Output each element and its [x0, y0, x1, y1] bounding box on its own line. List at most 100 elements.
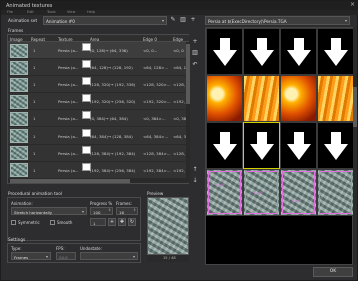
frame-edge0[interactable]: <0, 384>...	[143, 116, 172, 121]
frame-repeat[interactable]: 1	[33, 151, 35, 156]
frame-edge0[interactable]: <64, 384>...	[143, 134, 172, 139]
symmetric-checkbox[interactable]	[11, 220, 16, 225]
frame-area[interactable]: (64, 384)→ (128, 384)	[90, 134, 142, 139]
add-procedural-button[interactable]: +	[108, 218, 116, 226]
frames-count-input[interactable]: 16 ⇕	[116, 207, 138, 215]
texture-atlas-view[interactable]: d=0 d=0 d=0	[205, 27, 354, 265]
frame-edge0[interactable]: <64, 128>...	[143, 65, 172, 70]
frames-hscrollbar-thumb[interactable]	[10, 179, 130, 183]
fps-input[interactable]: 20.0	[56, 252, 76, 260]
texture-dropdown[interactable]: Persia at $(ExecDirectory)\Persia.TGA ▾	[205, 16, 350, 25]
frame-edge0[interactable]: <128, 384>...	[143, 151, 172, 156]
undo-icon[interactable]: ↶	[191, 61, 199, 69]
delete-icon[interactable]: ▥	[179, 16, 187, 24]
remove-frame-icon[interactable]: ▥	[191, 49, 199, 57]
frame-edge0[interactable]: <0, 0...	[143, 48, 172, 53]
frame-repeat[interactable]: 1	[33, 99, 35, 104]
frame-area[interactable]: (128, 320)→ (192, 336)	[90, 82, 142, 87]
animation-set-dropdown[interactable]: Animation #0 ▾	[43, 16, 167, 25]
atlas-tile[interactable]	[317, 122, 354, 169]
atlas-tile[interactable]	[206, 122, 243, 169]
frame-texture[interactable]: Persia (a...	[58, 116, 80, 121]
frame-texture[interactable]: Persia (a...	[58, 82, 80, 87]
frame-area[interactable]: (64, 128)→ (128, 192)	[90, 65, 142, 70]
frame-edge0[interactable]: <192, 320>...	[143, 99, 172, 104]
frame-repeat[interactable]: 1	[33, 168, 35, 173]
atlas-tile[interactable]	[317, 75, 354, 122]
add-frame-icon[interactable]: +	[191, 38, 199, 46]
table-row[interactable]: 1 Persia (a... (64, 128)→ (128, 192) <64…	[8, 59, 186, 77]
frame-area[interactable]: (128, 384)→ (192, 384)	[90, 151, 142, 156]
frame-area[interactable]: (192, 384)→ (256, 384)	[90, 168, 142, 173]
frame-edge1[interactable]: <64, 3	[173, 134, 186, 139]
smooth-checkbox[interactable]	[50, 220, 55, 225]
frame-edge0[interactable]: <128, 320>...	[143, 82, 172, 87]
frame-texture[interactable]: Persia (a...	[58, 168, 80, 173]
menu-item-view[interactable]: View	[67, 10, 75, 14]
atlas-scrollbar[interactable]	[353, 27, 357, 265]
atlas-tile[interactable]	[206, 28, 243, 75]
frame-area[interactable]: (0, 128)→ (64, 336)	[90, 48, 142, 53]
menu-item-help[interactable]: Help	[87, 10, 95, 14]
atlas-tile[interactable]	[206, 75, 243, 122]
frame-repeat[interactable]: 1	[33, 134, 35, 139]
frame-edge0[interactable]: <192, 384>...	[143, 168, 172, 173]
frame-edge1[interactable]: <192, 3	[173, 168, 186, 173]
table-row[interactable]: 1 Persia (a... (192, 320)→ (256, 320) <1…	[8, 93, 186, 111]
table-row[interactable]: 1 Persia (a... (128, 384)→ (192, 384) <1…	[8, 144, 186, 162]
frame-texture[interactable]: Persia (a...	[58, 134, 80, 139]
table-row[interactable]: 1 Persia (a... (0, 384)→ (64, 384) <0, 3…	[8, 110, 186, 128]
frame-texture[interactable]: Persia (a...	[58, 48, 80, 53]
frames-hscrollbar[interactable]	[8, 179, 186, 183]
frame-repeat[interactable]: 1	[33, 82, 35, 87]
type-dropdown[interactable]: Frames ▾	[11, 252, 51, 260]
atlas-tile[interactable]	[280, 122, 317, 169]
table-row[interactable]: 1 Persia (a... (64, 384)→ (128, 384) <64…	[8, 127, 186, 145]
menu-item-file[interactable]: File	[7, 10, 13, 14]
spin-icon[interactable]: ⇕	[108, 208, 111, 212]
menu-item-edit[interactable]: Edit	[27, 10, 34, 14]
frames-scrollbar-thumb[interactable]	[186, 44, 190, 104]
spin-icon[interactable]: ⇕	[133, 208, 136, 212]
atlas-tile[interactable]	[243, 122, 280, 169]
move-up-icon[interactable]: ↑	[191, 166, 199, 174]
atlas-tile[interactable]	[280, 28, 317, 75]
atlas-scrollbar-thumb[interactable]	[353, 87, 357, 127]
frame-texture[interactable]: Persia (a...	[58, 65, 80, 70]
frame-texture[interactable]: Persia (a...	[58, 151, 80, 156]
step-input[interactable]: 1	[90, 218, 106, 226]
frame-area[interactable]: (0, 384)→ (64, 384)	[90, 116, 142, 121]
atlas-tile[interactable]	[243, 28, 280, 75]
undostate-dropdown[interactable]: ▾	[80, 252, 138, 260]
edit-icon[interactable]: ✎	[169, 16, 177, 24]
atlas-tile[interactable]	[317, 28, 354, 75]
refresh-icon[interactable]: ↻	[128, 218, 136, 226]
table-row[interactable]: 1 Persia (a... (128, 320)→ (192, 336) <1…	[8, 76, 186, 94]
ok-button[interactable]: OK	[313, 267, 353, 277]
table-row[interactable]: 1 Persia (a... (192, 384)→ (256, 384) <1…	[8, 161, 186, 179]
frame-edge1[interactable]: <0, 384	[173, 116, 186, 121]
frame-repeat[interactable]: 1	[33, 65, 35, 70]
atlas-tile[interactable]	[243, 75, 280, 122]
menu-item-tools[interactable]: Tools	[47, 10, 56, 14]
move-down-icon[interactable]: ↓	[191, 177, 199, 185]
close-icon[interactable]: ×	[350, 1, 355, 8]
frame-area[interactable]: (192, 320)→ (256, 320)	[90, 99, 142, 104]
frame-repeat[interactable]: 1	[33, 48, 35, 53]
frame-edge1[interactable]: <128, 3	[173, 151, 186, 156]
table-row[interactable]: 1 Persia (a... (0, 128)→ (64, 336) <0, 0…	[8, 42, 186, 60]
frame-repeat[interactable]: 1	[33, 116, 35, 121]
insert-procedural-button[interactable]: ✚	[118, 218, 126, 226]
frame-edge1[interactable]: <128, 3	[173, 82, 186, 87]
progress-input[interactable]: 100 ⇕	[90, 207, 113, 215]
frame-edge1[interactable]: <192, 3	[173, 99, 186, 104]
add-icon[interactable]: +	[189, 16, 197, 24]
frame-texture[interactable]: Persia (a...	[58, 99, 80, 104]
preview-image	[147, 197, 189, 255]
frames-scrollbar[interactable]	[186, 42, 190, 183]
frame-edge1[interactable]: <0, 0	[173, 48, 186, 53]
atlas-tile[interactable]	[280, 75, 317, 122]
frame-edge1[interactable]: <64, 1	[173, 65, 186, 70]
animation-type-dropdown[interactable]: Stretch horizontally ▾	[11, 207, 87, 215]
frame-thumbnail	[10, 94, 28, 109]
